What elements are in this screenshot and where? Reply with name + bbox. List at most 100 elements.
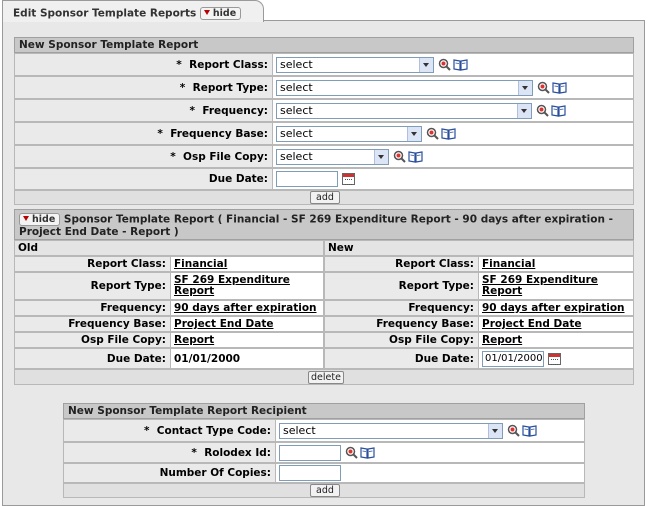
old-column-label: Old xyxy=(18,242,39,254)
copies-value xyxy=(276,464,341,482)
frequency-label: * Frequency: xyxy=(15,100,273,121)
book-help-icon[interactable] xyxy=(408,150,423,163)
due-date-value xyxy=(273,169,355,189)
search-lookup-icon[interactable] xyxy=(426,127,439,140)
new-column-label: New xyxy=(328,242,354,254)
new-report-class-label: Report Class: xyxy=(325,257,479,271)
new-osp-file-copy-link[interactable]: Report xyxy=(482,334,522,346)
collapse-triangle-icon xyxy=(203,10,210,15)
new-frequency-value: 90 days after expiration xyxy=(479,301,625,315)
old-osp-file-copy-row: Osp File Copy: Report xyxy=(14,332,324,348)
delete-button-row: delete xyxy=(14,369,634,385)
rolodex-row: * Rolodex Id: xyxy=(63,442,585,463)
new-report-type-label: Report Type: xyxy=(325,273,479,299)
hide-report-button[interactable]: hide xyxy=(19,213,61,226)
new-frequency-link[interactable]: 90 days after expiration xyxy=(482,302,625,314)
new-frequency-label: Frequency: xyxy=(325,301,479,315)
hide-tab-button[interactable]: hide xyxy=(199,7,242,20)
osp-file-copy-label: * Osp File Copy: xyxy=(15,146,273,167)
due-date-label: Due Date: xyxy=(15,169,273,189)
old-report-class-row: Report Class: Financial xyxy=(14,256,324,272)
search-lookup-icon[interactable] xyxy=(536,104,549,117)
new-report-class-link[interactable]: Financial xyxy=(482,258,535,270)
add-report-button[interactable]: add xyxy=(310,191,340,204)
report-class-select[interactable]: select xyxy=(276,56,434,73)
new-report-header: New Sponsor Template Report xyxy=(14,37,634,53)
old-frequency-base-label: Frequency Base: xyxy=(15,317,171,331)
new-osp-file-copy-value: Report xyxy=(479,333,522,347)
frequency-select[interactable]: select xyxy=(276,102,532,119)
search-lookup-icon[interactable] xyxy=(393,150,406,163)
number-of-copies-input[interactable] xyxy=(279,465,341,481)
new-frequency-base-label: Frequency Base: xyxy=(325,317,479,331)
delete-report-button[interactable]: delete xyxy=(308,371,344,384)
search-lookup-icon[interactable] xyxy=(537,81,550,94)
new-osp-file-copy-label: Osp File Copy: xyxy=(325,333,479,347)
new-report-type-link-line2[interactable]: Report xyxy=(482,285,522,297)
new-osp-file-copy-row: Osp File Copy: Report xyxy=(324,332,634,348)
edit-sponsor-template-reports-tab: Edit Sponsor Template Reports hide New S… xyxy=(0,0,648,506)
search-lookup-icon[interactable] xyxy=(438,58,451,71)
old-due-date-value: 01/01/2000 xyxy=(171,349,240,368)
old-report-type-link-line2[interactable]: Report xyxy=(174,285,214,297)
frequency-base-select[interactable]: select xyxy=(276,125,422,142)
frequency-base-row: * Frequency Base: select xyxy=(14,122,634,145)
old-due-date-label: Due Date: xyxy=(15,349,171,368)
old-osp-file-copy-value: Report xyxy=(171,333,214,347)
book-help-icon[interactable] xyxy=(552,81,567,94)
copies-row: Number Of Copies: xyxy=(63,463,585,483)
new-due-date-input[interactable]: 01/01/2000 xyxy=(482,350,544,367)
report-class-label: * Report Class: xyxy=(15,54,273,75)
old-report-class-label: Report Class: xyxy=(15,257,171,271)
dropdown-arrow-icon xyxy=(419,57,433,72)
tab-title: Edit Sponsor Template Reports hide xyxy=(13,7,242,20)
frequency-base-value: select xyxy=(273,123,456,144)
due-date-input[interactable] xyxy=(276,171,338,187)
report-class-row: * Report Class: select xyxy=(14,53,634,76)
collapse-triangle-icon xyxy=(23,216,29,221)
old-frequency-label: Frequency: xyxy=(15,301,171,315)
old-report-class-link[interactable]: Financial xyxy=(174,258,227,270)
book-help-icon[interactable] xyxy=(360,446,375,459)
frequency-base-label: * Frequency Base: xyxy=(15,123,273,144)
search-lookup-icon[interactable] xyxy=(507,424,520,437)
new-frequency-row: Frequency: 90 days after expiration xyxy=(324,300,634,316)
new-frequency-base-row: Frequency Base: Project End Date xyxy=(324,316,634,332)
new-report-class-row: Report Class: Financial xyxy=(324,256,634,272)
old-osp-file-copy-link[interactable]: Report xyxy=(174,334,214,346)
calendar-icon[interactable] xyxy=(342,173,355,185)
rolodex-id-input[interactable] xyxy=(279,444,341,461)
rolodex-value xyxy=(276,443,375,462)
book-help-icon[interactable] xyxy=(453,58,468,71)
old-frequency-base-row: Frequency Base: Project End Date xyxy=(14,316,324,332)
old-due-date-text: 01/01/2000 xyxy=(174,352,241,365)
frequency-row: * Frequency: select xyxy=(14,99,634,122)
book-help-icon[interactable] xyxy=(551,104,566,117)
old-osp-file-copy-label: Osp File Copy: xyxy=(15,333,171,347)
report-section-title: Sponsor Template Report ( Financial - SF… xyxy=(19,213,613,238)
new-frequency-base-link[interactable]: Project End Date xyxy=(482,318,581,330)
book-help-icon[interactable] xyxy=(441,127,456,140)
old-frequency-base-link[interactable]: Project End Date xyxy=(174,318,273,330)
copies-label: Number Of Copies: xyxy=(64,464,276,482)
new-due-date-value: 01/01/2000 xyxy=(479,349,561,368)
search-lookup-icon[interactable] xyxy=(345,446,358,459)
dropdown-arrow-icon xyxy=(374,149,388,164)
frequency-value: select xyxy=(273,100,566,121)
new-report-type-row: Report Type: SF 269 Expenditure Report xyxy=(324,272,634,300)
report-type-select[interactable]: select xyxy=(276,79,533,96)
report-section-header: hide Sponsor Template Report ( Financial… xyxy=(14,209,634,240)
old-frequency-link[interactable]: 90 days after expiration xyxy=(174,302,317,314)
dropdown-arrow-icon xyxy=(407,126,421,141)
old-report-class-value: Financial xyxy=(171,257,227,271)
book-help-icon[interactable] xyxy=(522,424,537,437)
old-due-date-row: Due Date: 01/01/2000 xyxy=(14,348,324,369)
osp-file-copy-select[interactable]: select xyxy=(276,148,389,165)
contact-type-select[interactable]: select xyxy=(279,422,503,439)
tab-header: Edit Sponsor Template Reports hide xyxy=(2,0,264,22)
old-frequency-row: Frequency: 90 days after expiration xyxy=(14,300,324,316)
new-column-header: New xyxy=(324,240,634,256)
contact-type-row: * Contact Type Code: select xyxy=(63,419,585,442)
add-recipient-button[interactable]: add xyxy=(310,484,340,497)
calendar-icon[interactable] xyxy=(548,352,561,365)
